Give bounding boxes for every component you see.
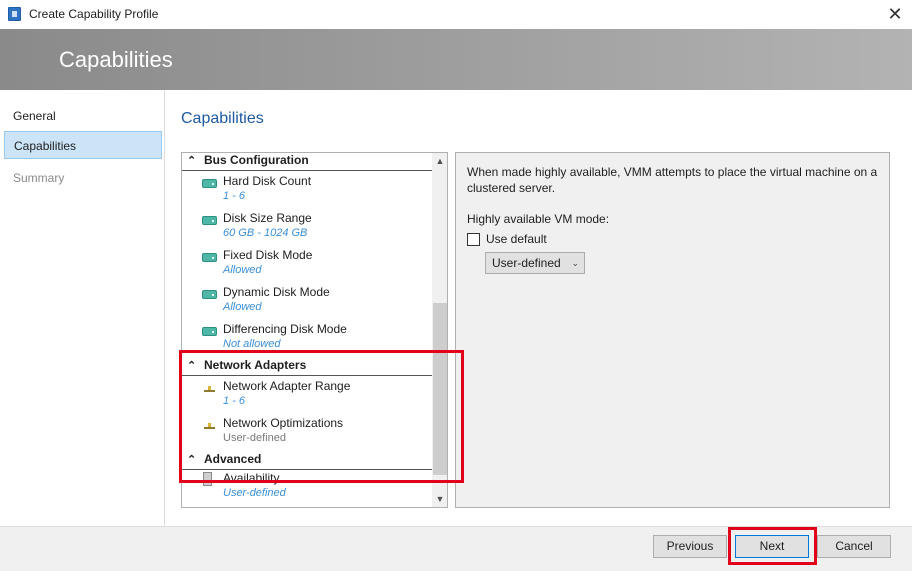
use-default-label: Use default xyxy=(486,232,547,246)
ha-mode-select[interactable]: User-defined ⌄ xyxy=(485,252,585,274)
capabilities-list-items: ⌃ Bus Configuration Hard Disk Count 1 - … xyxy=(182,153,432,507)
network-adapter-icon xyxy=(202,421,216,429)
hard-disk-icon xyxy=(202,290,217,299)
item-value: Allowed xyxy=(223,301,262,313)
capability-detail-panel: When made highly available, VMM attempts… xyxy=(455,152,890,508)
group-label: Network Adapters xyxy=(204,358,307,372)
list-item-disk-size-range[interactable]: Disk Size Range 60 GB - 1024 GB xyxy=(182,209,432,246)
ha-mode-label: Highly available VM mode: xyxy=(467,212,610,226)
hard-disk-icon xyxy=(202,253,217,262)
group-header-bus-configuration[interactable]: ⌃ Bus Configuration xyxy=(182,153,432,171)
detail-description: When made highly available, VMM attempts… xyxy=(467,165,878,195)
item-name: Availability xyxy=(223,471,280,485)
list-item-hard-disk-count[interactable]: Hard Disk Count 1 - 6 xyxy=(182,172,432,209)
item-value: User-defined xyxy=(223,487,286,499)
group-label: Advanced xyxy=(204,452,262,466)
wizard-nav: General Capabilities Summary xyxy=(0,90,165,526)
banner-title: Capabilities xyxy=(59,47,173,72)
list-item-network-adapter-range[interactable]: Network Adapter Range 1 - 6 xyxy=(182,377,432,414)
previous-button[interactable]: Previous xyxy=(653,535,727,558)
group-label: Bus Configuration xyxy=(204,153,309,167)
cancel-button[interactable]: Cancel xyxy=(817,535,891,558)
network-adapter-icon xyxy=(202,384,216,392)
app-icon xyxy=(8,7,21,21)
item-value: User-defined xyxy=(223,432,286,444)
group-header-advanced[interactable]: ⌃ Advanced xyxy=(182,450,432,470)
capabilities-list[interactable]: ⌃ Bus Configuration Hard Disk Count 1 - … xyxy=(181,152,448,508)
item-name: Network Optimizations xyxy=(223,416,344,430)
hard-disk-icon xyxy=(202,327,217,336)
page-title: Capabilities xyxy=(181,110,264,127)
chevron-down-icon: ⌄ xyxy=(571,258,579,268)
collapse-chevron-icon[interactable]: ⌃ xyxy=(187,451,196,469)
item-name: Dynamic Disk Mode xyxy=(223,285,330,299)
nav-item-summary: Summary xyxy=(13,171,65,185)
scroll-up-icon[interactable]: ▲ xyxy=(432,153,447,169)
list-item-network-optimizations[interactable]: Network Optimizations User-defined xyxy=(182,414,432,451)
create-capability-profile-window: Create Capability Profile ✕ Capabilities… xyxy=(0,0,912,571)
hard-disk-icon xyxy=(202,179,217,188)
hard-disk-icon xyxy=(202,216,217,225)
list-scrollbar[interactable]: ▲ ▼ xyxy=(432,153,447,507)
checkbox-icon[interactable] xyxy=(467,233,480,246)
item-name: Fixed Disk Mode xyxy=(223,248,313,262)
list-item-availability[interactable]: Availability User-defined xyxy=(182,469,432,506)
availability-icon xyxy=(203,472,212,486)
item-name: Network Adapter Range xyxy=(223,379,351,393)
item-name: Hard Disk Count xyxy=(223,174,312,188)
ha-mode-select-value: User-defined xyxy=(492,256,561,270)
window-title: Create Capability Profile xyxy=(29,7,159,21)
wizard-footer: Previous Next Cancel xyxy=(0,526,912,571)
group-header-network-adapters[interactable]: ⌃ Network Adapters xyxy=(182,356,432,376)
item-name: Disk Size Range xyxy=(223,211,312,225)
content-area: Capabilities ⌃ Bus Configuration Hard Di… xyxy=(165,90,912,526)
list-item-differencing-disk-mode[interactable]: Differencing Disk Mode Not allowed xyxy=(182,320,432,357)
item-value: 1 - 6 xyxy=(223,190,246,202)
collapse-chevron-icon[interactable]: ⌃ xyxy=(187,153,196,170)
scroll-thumb[interactable] xyxy=(433,303,447,475)
item-value: Allowed xyxy=(223,264,262,276)
nav-item-general[interactable]: General xyxy=(4,102,162,130)
page-banner: Capabilities xyxy=(0,29,912,90)
nav-item-capabilities[interactable]: Capabilities xyxy=(4,131,162,159)
title-bar: Create Capability Profile ✕ xyxy=(0,0,912,29)
list-item-dynamic-disk-mode[interactable]: Dynamic Disk Mode Allowed xyxy=(182,283,432,320)
item-value: Not allowed xyxy=(223,338,281,350)
item-value: 60 GB - 1024 GB xyxy=(223,227,308,239)
close-icon[interactable]: ✕ xyxy=(884,3,906,25)
item-name: Differencing Disk Mode xyxy=(223,322,347,336)
next-button[interactable]: Next xyxy=(735,535,809,558)
item-value: 1 - 6 xyxy=(223,395,246,407)
list-item-fixed-disk-mode[interactable]: Fixed Disk Mode Allowed xyxy=(182,246,432,283)
scroll-down-icon[interactable]: ▼ xyxy=(432,491,447,507)
collapse-chevron-icon[interactable]: ⌃ xyxy=(187,357,196,375)
